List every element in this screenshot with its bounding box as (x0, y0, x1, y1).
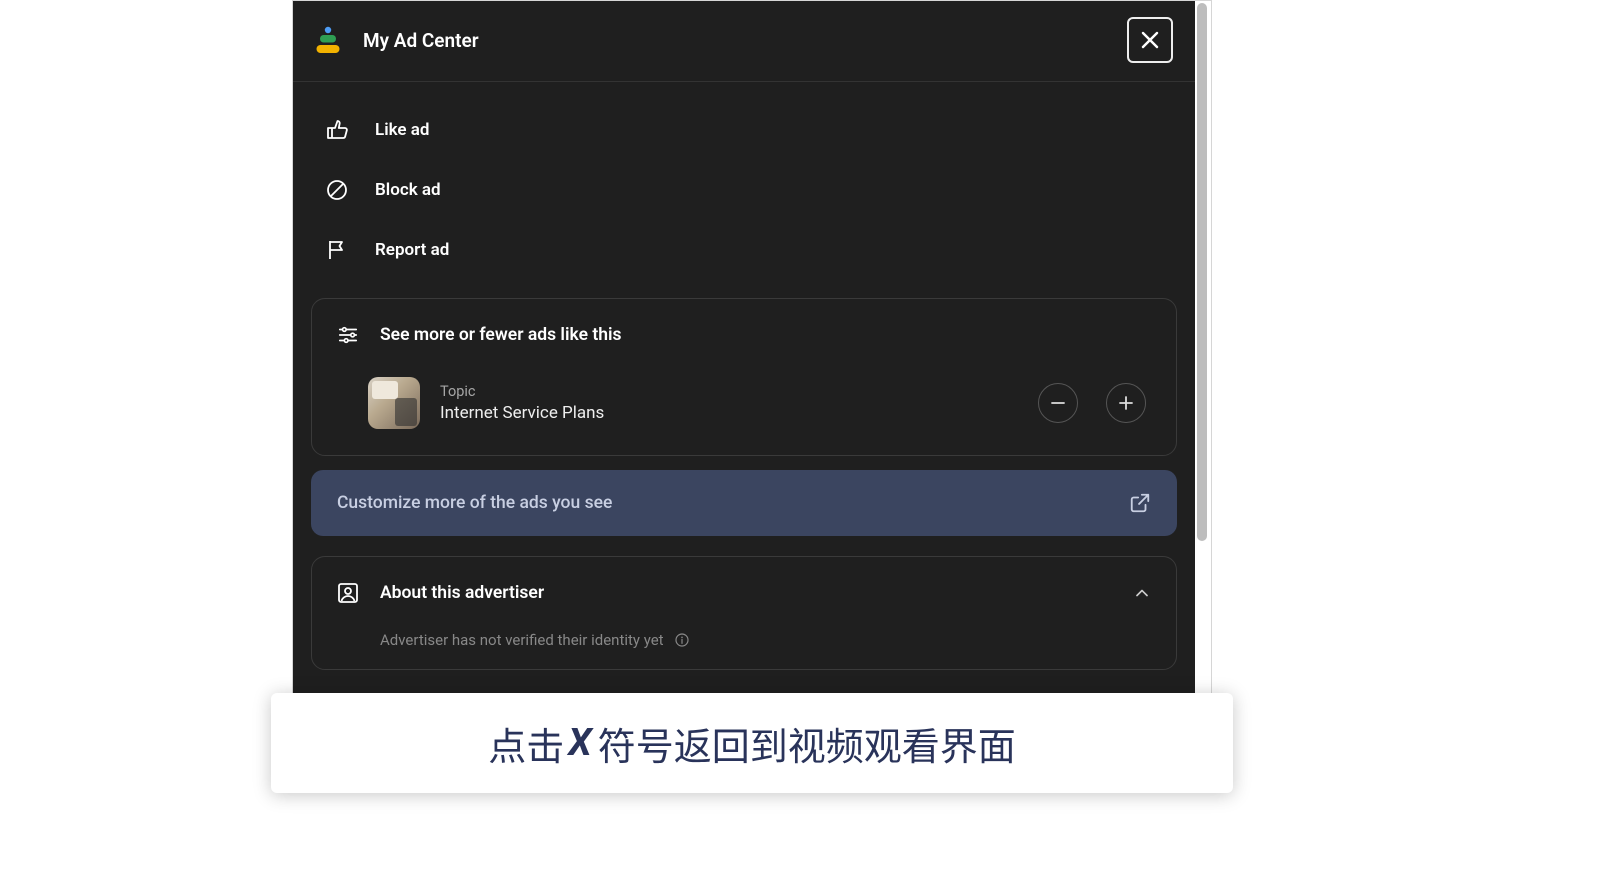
see-more-fewer-card: See more or fewer ads like this Topic In… (311, 298, 1177, 456)
topic-name: Internet Service Plans (440, 403, 1018, 423)
chevron-up-icon (1132, 583, 1152, 603)
close-icon (1140, 30, 1160, 50)
open-external-icon (1129, 492, 1151, 514)
customize-ads-label: Customize more of the ads you see (337, 493, 612, 513)
topic-thumbnail (368, 377, 420, 429)
see-more-fewer-title: See more or fewer ads like this (380, 325, 622, 345)
block-icon (325, 178, 349, 202)
page-title: My Ad Center (363, 29, 479, 52)
report-ad-item[interactable]: Report ad (301, 220, 1187, 280)
fewer-button[interactable] (1038, 383, 1078, 423)
block-ad-label: Block ad (375, 180, 441, 200)
caption-suffix: 符号返回到视频观看界面 (598, 716, 1016, 771)
more-button[interactable] (1106, 383, 1146, 423)
person-box-icon (336, 581, 360, 605)
advertiser-status-text: Advertiser has not verified their identi… (380, 631, 664, 649)
header: My Ad Center (293, 1, 1195, 82)
frequency-buttons (1038, 383, 1146, 423)
plus-icon (1118, 395, 1134, 411)
topic-text: Topic Internet Service Plans (440, 383, 1018, 423)
block-ad-item[interactable]: Block ad (301, 160, 1187, 220)
action-list: Like ad Block ad Report ad (293, 82, 1195, 288)
ad-center-window: My Ad Center Like ad Block ad (292, 0, 1212, 697)
minus-icon (1050, 395, 1066, 411)
header-left: My Ad Center (315, 26, 479, 54)
card-header: See more or fewer ads like this (336, 323, 1152, 347)
about-advertiser-card: About this advertiser Advertiser has not… (311, 556, 1177, 670)
caption-prefix: 点击 (488, 716, 564, 771)
customize-ads-link[interactable]: Customize more of the ads you see (311, 470, 1177, 536)
topic-small-label: Topic (440, 383, 1018, 400)
info-icon (674, 632, 690, 648)
tune-icon (336, 323, 360, 347)
ad-center-panel: My Ad Center Like ad Block ad (293, 1, 1195, 697)
thumbs-up-icon (325, 118, 349, 142)
close-button[interactable] (1127, 17, 1173, 63)
scrollbar-track[interactable] (1195, 3, 1211, 696)
google-ads-logo-icon (315, 26, 341, 54)
about-header[interactable]: About this advertiser (336, 581, 1152, 605)
instruction-caption: 点击 X 符号返回到视频观看界面 (271, 693, 1233, 793)
like-ad-item[interactable]: Like ad (301, 100, 1187, 160)
like-ad-label: Like ad (375, 120, 430, 140)
about-advertiser-title: About this advertiser (380, 583, 544, 603)
scrollbar-thumb[interactable] (1197, 3, 1207, 541)
caption-x-symbol: X (568, 721, 591, 765)
flag-icon (325, 238, 349, 262)
advertiser-status-row: Advertiser has not verified their identi… (336, 631, 1152, 649)
topic-row: Topic Internet Service Plans (336, 377, 1152, 429)
report-ad-label: Report ad (375, 240, 449, 260)
